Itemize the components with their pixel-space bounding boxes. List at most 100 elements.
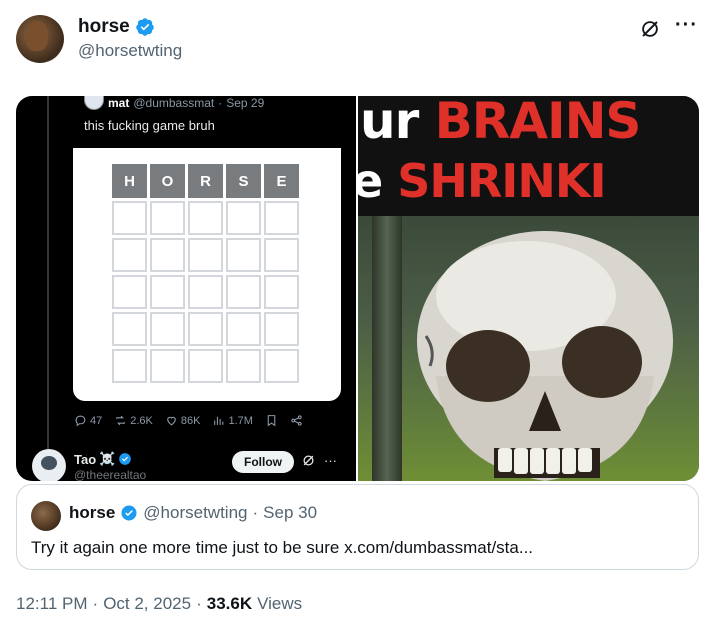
views-icon (214, 416, 224, 425)
quoted-author: mat @dumbassmat · Sep 29 (108, 96, 264, 110)
grok-icon (303, 455, 314, 466)
stat-reposts: 2.6K (114, 414, 153, 427)
grid-cell (112, 275, 147, 309)
quote-date: Sep 30 (263, 503, 318, 522)
grid-cell (150, 238, 185, 272)
grid-cell (264, 201, 299, 235)
post-meta: 12:11 PM · Oct 2, 2025 · 33.6K Views (16, 594, 302, 614)
stat-views: 1.7M (212, 414, 253, 427)
quoted-tweet[interactable]: horse @horsetwting · Sep 30 Try it again… (16, 484, 699, 570)
grid-cell (226, 349, 261, 383)
share-icon (291, 415, 302, 426)
grid-cell (226, 238, 261, 272)
media-image-thumbnail[interactable]: ur BRAINS e SHRINKI (358, 96, 699, 481)
grid-letter: O (150, 164, 185, 198)
grid-row (112, 238, 300, 272)
stat-likes-count: 86K (180, 414, 201, 427)
stat-replies-count: 47 (90, 414, 103, 427)
more-options-icon: ··· (324, 453, 337, 468)
repost-icon (116, 415, 126, 426)
grid-cell (112, 312, 147, 346)
grid-empty-rows (112, 201, 300, 383)
thumbnail-line-1: ur BRAINS (360, 96, 641, 146)
reply-avatar (32, 449, 66, 481)
grid-cell (188, 201, 223, 235)
reply-icon (75, 415, 86, 427)
verified-badge-icon (119, 453, 132, 465)
thumbnail-line-2: e SHRINKI (358, 158, 607, 204)
reply-actions: ··· (301, 453, 337, 468)
thumbnail-line-2-red: SHRINKI (397, 154, 606, 208)
stat-reposts-count: 2.6K (130, 414, 153, 427)
thumbnail-line-1-white: ur (360, 96, 435, 150)
quoted-handle: @dumbassmat (133, 96, 215, 110)
tree-trunk (372, 216, 402, 481)
heart-icon (167, 416, 176, 426)
stat-likes: 86K (165, 414, 201, 427)
reply-emoji: ☠️ (99, 451, 116, 466)
grid-cell (150, 275, 185, 309)
grid-row (112, 275, 300, 309)
quote-text: Try it again one more time just to be su… (31, 538, 534, 557)
grid-cell (264, 275, 299, 309)
reply-author: Tao ☠️ (74, 451, 132, 467)
grid-cell (150, 349, 185, 383)
follow-button: Follow (232, 451, 294, 473)
grid-row (112, 349, 300, 383)
quote-header: horse @horsetwting · Sep 30 (69, 503, 317, 523)
media-image-screenshot[interactable]: mat @dumbassmat · Sep 29 this fucking ga… (16, 96, 356, 481)
grid-cell (264, 312, 299, 346)
author-avatar[interactable] (16, 15, 64, 63)
grid-cell (226, 312, 261, 346)
wordle-grid: H O R S E (112, 164, 300, 386)
stat-replies: 47 (74, 414, 102, 427)
thumbnail-line-2-white: e (358, 154, 383, 208)
more-options-icon[interactable]: ··· (675, 15, 698, 35)
quoted-text: this fucking game bruh (84, 118, 215, 133)
grid-cell (188, 312, 223, 346)
views-count: 33.6K (206, 594, 253, 613)
grid-cell (188, 275, 223, 309)
verified-badge-icon (121, 505, 137, 521)
skull-image (417, 231, 673, 481)
grid-cell (150, 312, 185, 346)
quote-sep: · (252, 503, 259, 522)
quote-avatar (31, 501, 61, 531)
quoted-sep: · (218, 96, 223, 110)
grid-cell (226, 201, 261, 235)
meta-sep: · (92, 594, 99, 613)
verified-badge-icon (135, 18, 154, 36)
grid-cell (264, 349, 299, 383)
grok-icon[interactable] (639, 18, 661, 40)
author-handle[interactable]: @horsetwting (78, 41, 182, 61)
bookmark-icon (267, 415, 276, 427)
stat-views-count: 1.7M (228, 414, 253, 427)
grid-letter: H (112, 164, 147, 198)
post-date[interactable]: Oct 2, 2025 (103, 594, 191, 614)
grid-letter: E (264, 164, 299, 198)
post-time[interactable]: 12:11 PM (16, 594, 88, 614)
grid-cell (264, 238, 299, 272)
quote-name: horse (69, 503, 116, 522)
grid-letter: R (188, 164, 223, 198)
media-gallery[interactable]: mat @dumbassmat · Sep 29 this fucking ga… (16, 96, 699, 481)
author-name[interactable]: horse (78, 16, 155, 38)
quoted-stats: 47 2.6K 86K 1.7M (74, 414, 303, 427)
reply-name: Tao (74, 451, 97, 467)
author-name-text[interactable]: horse (78, 16, 130, 38)
meta-sep: · (196, 594, 202, 613)
quoted-name: mat (108, 96, 130, 110)
grid-cell (226, 275, 261, 309)
quote-handle: @horsetwting (143, 503, 248, 522)
grid-cell (112, 238, 147, 272)
thumbnail-line-1-red: BRAINS (434, 96, 642, 150)
grid-cell (188, 349, 223, 383)
grid-cell (112, 201, 147, 235)
views-label: Views (257, 594, 303, 613)
grid-row (112, 201, 300, 235)
grid-letter: S (226, 164, 261, 198)
grid-cell (112, 349, 147, 383)
grid-row (112, 312, 300, 346)
grid-header-row: H O R S E (112, 164, 300, 198)
thread-line (47, 96, 49, 456)
